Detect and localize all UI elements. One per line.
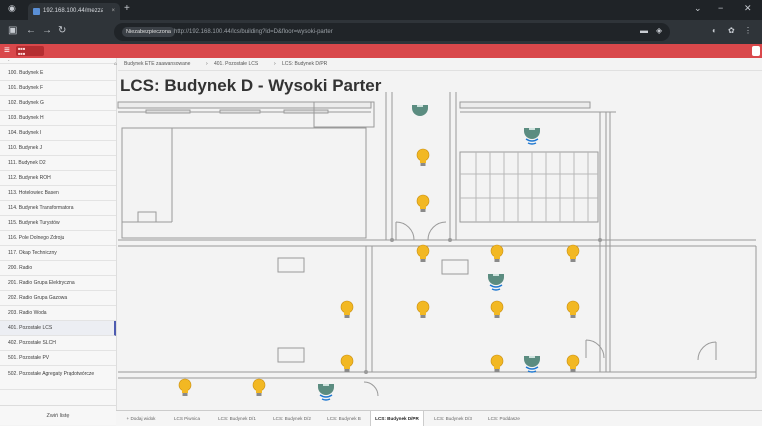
sidebar-item[interactable]: 100. Budynek E: [0, 66, 116, 81]
sidebar-item[interactable]: 114. Budynek Transformatora: [0, 201, 116, 216]
minimize-button[interactable]: −: [718, 3, 723, 13]
browser-tab[interactable]: 192.168.100.44/mezzanine ×: [28, 3, 120, 20]
light-bulb-icon[interactable]: [490, 354, 504, 374]
breadcrumb-item[interactable]: Budynek ETE zaawansowane: [124, 58, 190, 70]
url-text: http://192.168.100.44/lcs/building?id=D&…: [174, 29, 333, 35]
sidebar-item[interactable]: 200. Radio: [0, 261, 116, 276]
page-title: LCS: Budynek D - Wysoki Parter: [120, 76, 382, 95]
light-bulb-icon[interactable]: [416, 244, 430, 264]
tab-search-icon[interactable]: ⌄: [694, 3, 702, 14]
sidebar: · 100. Budynek E 101. Budynek F 102. Budyn…: [0, 58, 117, 425]
browser-tab-bar: ◉ 192.168.100.44/mezzanine × + ⌄ − ✕: [0, 0, 762, 20]
close-window-button[interactable]: ✕: [744, 3, 752, 14]
light-bulb-icon[interactable]: [416, 194, 430, 214]
settings-icon[interactable]: ✿: [728, 26, 735, 35]
sidebar-item[interactable]: 402. Pozostałe SLCH: [0, 336, 116, 351]
browser-menu-icon[interactable]: ◉: [8, 3, 16, 14]
light-bulb-icon[interactable]: [490, 244, 504, 264]
plan-tab[interactable]: LCS: Budynek D/1: [212, 411, 262, 426]
header-action-icon[interactable]: [752, 46, 760, 56]
light-bulb-icon[interactable]: [416, 300, 430, 320]
reload-icon[interactable]: ↻: [58, 25, 66, 36]
sidebar-item[interactable]: 115. Budynek Turystów: [0, 216, 116, 231]
extension-icon[interactable]: ▬: [640, 26, 648, 35]
plan-tab[interactable]: LCS: Budynek D/3: [426, 411, 480, 426]
light-bulb-icon[interactable]: [178, 378, 192, 398]
back-icon[interactable]: ←: [26, 25, 36, 36]
sidebar-item[interactable]: 116. Pole Dolnego Zdroju: [0, 231, 116, 246]
tab-title: 192.168.100.44/mezzanine: [43, 8, 103, 14]
hamburger-menu-icon[interactable]: ≡: [4, 45, 10, 57]
sidebar-item[interactable]: 113. Hotelowiec Basen: [0, 186, 116, 201]
sidebar-item[interactable]: 202. Radio Grupa Gazowa: [0, 291, 116, 306]
home-icon[interactable]: ⌂: [114, 58, 117, 70]
sidebar-item[interactable]: 201. Radio Grupa Elektryczna: [0, 276, 116, 291]
sidebar-item[interactable]: 501. Pozostałe PV: [0, 351, 116, 366]
new-tab-button[interactable]: +: [124, 3, 130, 14]
sidebar-toggle-icon[interactable]: ▣: [8, 25, 17, 36]
sidebar-item[interactable]: 203. Radio Woda: [0, 306, 116, 321]
forward-icon[interactable]: →: [42, 25, 52, 36]
light-bulb-icon[interactable]: [490, 300, 504, 320]
sidebar-item[interactable]: 102. Budynek G: [0, 96, 116, 111]
sidebar-item-partial[interactable]: ·: [0, 58, 116, 64]
sidebar-item[interactable]: 401. Pozostałe LCS: [0, 321, 116, 336]
plan-tab[interactable]: LCS Piwnica: [166, 411, 208, 426]
sidebar-item[interactable]: 101. Budynek F: [0, 81, 116, 96]
browser-toolbar: ▣ ← → ↻ Niezabezpieczona http://192.168.…: [0, 20, 762, 44]
sidebar-item[interactable]: 110. Budynek J: [0, 141, 116, 156]
sidebar-collapse-button[interactable]: Zwiń listę: [0, 405, 116, 426]
floor-plan: [117, 92, 757, 397]
plan-tab[interactable]: LCS: Budynek D/PR: [370, 411, 424, 426]
light-bulb-icon[interactable]: [416, 148, 430, 168]
sidebar-item[interactable]: 117. Okap Techniczny: [0, 246, 116, 261]
sidebar-item[interactable]: 502. Pozostałe Agregaty Prądotwórcze: [0, 366, 116, 390]
light-bulb-icon[interactable]: [566, 244, 580, 264]
sidebar-item[interactable]: 103. Budynek H: [0, 111, 116, 126]
add-view-button[interactable]: + Dodaj widok: [120, 411, 162, 426]
motion-sensor-icon[interactable]: [410, 101, 430, 123]
app-logo: ■■■ ■■■: [16, 46, 44, 56]
shield-icon[interactable]: ◈: [656, 26, 662, 35]
motion-sensor-icon[interactable]: [522, 352, 542, 374]
profile-icon[interactable]: ◐: [712, 26, 717, 35]
app-header: ≡ ■■■ ■■■: [0, 44, 762, 58]
address-bar[interactable]: Niezabezpieczona http://192.168.100.44/l…: [114, 23, 670, 41]
tab-close-icon[interactable]: ×: [111, 3, 115, 20]
plan-tab[interactable]: LCS: Budynek D/2: [266, 411, 318, 426]
breadcrumb: ⌂ Budynek ETE zaawansowane › 401. Pozost…: [114, 58, 762, 71]
motion-sensor-icon[interactable]: [486, 270, 506, 292]
breadcrumb-separator: ›: [274, 61, 276, 67]
breadcrumb-item[interactable]: 401. Pozostałe LCS: [214, 58, 258, 70]
motion-sensor-icon[interactable]: [316, 380, 336, 402]
sidebar-item[interactable]: 111. Budynek D2: [0, 156, 116, 171]
light-bulb-icon[interactable]: [566, 300, 580, 320]
plan-tab[interactable]: LCS: Poddasze: [484, 411, 524, 426]
tab-favicon-icon: [33, 8, 40, 15]
more-icon[interactable]: ⋮: [744, 26, 752, 35]
sidebar-item[interactable]: 112. Budynek ROH: [0, 171, 116, 186]
plan-tab[interactable]: LCS: Budynek B: [322, 411, 366, 426]
security-chip[interactable]: Niezabezpieczona: [122, 27, 175, 37]
light-bulb-icon[interactable]: [566, 354, 580, 374]
motion-sensor-icon[interactable]: [522, 124, 542, 146]
light-bulb-icon[interactable]: [252, 378, 266, 398]
light-bulb-icon[interactable]: [340, 300, 354, 320]
light-bulb-icon[interactable]: [340, 354, 354, 374]
breadcrumb-current: LCS: Budynek D/PR: [282, 61, 328, 67]
breadcrumb-separator: ›: [206, 61, 208, 67]
plan-tabs: + Dodaj widok LCS Piwnica LCS: Budynek D/1…: [116, 410, 762, 426]
sidebar-item[interactable]: 104. Budynek I: [0, 126, 116, 141]
